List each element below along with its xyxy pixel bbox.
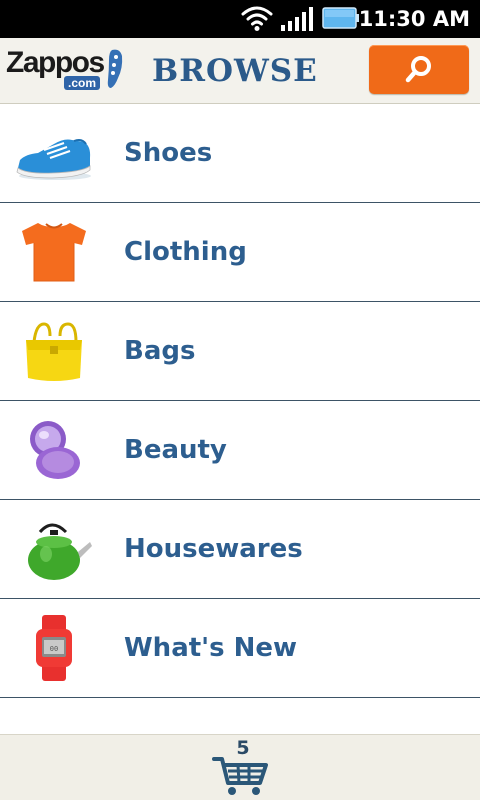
svg-text:00: 00 xyxy=(50,645,58,653)
category-item-whats-new[interactable]: 00 What's New xyxy=(0,599,480,698)
search-button[interactable] xyxy=(369,45,469,94)
cart-button[interactable]: 5 xyxy=(210,737,270,799)
logo-shoe-icon xyxy=(107,49,123,88)
category-label: Shoes xyxy=(124,138,213,168)
category-item-shoes[interactable]: Shoes xyxy=(0,104,480,203)
footer-bar: 5 xyxy=(0,734,480,800)
status-bar: 11:30 AM xyxy=(0,0,480,38)
wifi-icon xyxy=(241,6,273,31)
logo-domain: .com xyxy=(64,76,101,90)
category-item-beauty[interactable]: Beauty xyxy=(0,401,480,500)
shopping-cart-icon xyxy=(212,757,268,795)
signal-icon xyxy=(281,7,313,31)
status-time: 11:30 AM xyxy=(358,7,470,31)
page-title: BROWSE xyxy=(152,53,318,89)
category-item-housewares[interactable]: Housewares xyxy=(0,500,480,599)
category-label: What's New xyxy=(124,633,298,663)
tshirt-icon xyxy=(22,223,86,282)
app-header: Zappos .com BROWSE xyxy=(0,38,480,104)
watch-icon: 00 xyxy=(36,615,72,681)
category-label: Clothing xyxy=(124,237,247,267)
category-item-bags[interactable]: Bags xyxy=(0,302,480,401)
category-label: Bags xyxy=(124,336,196,366)
kettle-icon xyxy=(28,523,92,580)
search-icon xyxy=(405,56,431,83)
battery-icon xyxy=(322,7,359,29)
app-screen: 11:30 AM Zappos .com BROWSE Shoes Clothi… xyxy=(0,0,480,800)
category-item-clothing[interactable]: Clothing xyxy=(0,203,480,302)
zappos-logo[interactable]: Zappos .com xyxy=(6,46,124,94)
category-label: Beauty xyxy=(124,435,227,465)
compact-icon xyxy=(30,421,80,479)
category-label: Housewares xyxy=(124,534,303,564)
category-list: Shoes Clothing Bags Beauty Housewares 00… xyxy=(0,104,480,698)
logo-wordmark: Zappos xyxy=(6,46,105,79)
handbag-icon xyxy=(26,322,82,381)
sneaker-icon xyxy=(16,139,91,180)
